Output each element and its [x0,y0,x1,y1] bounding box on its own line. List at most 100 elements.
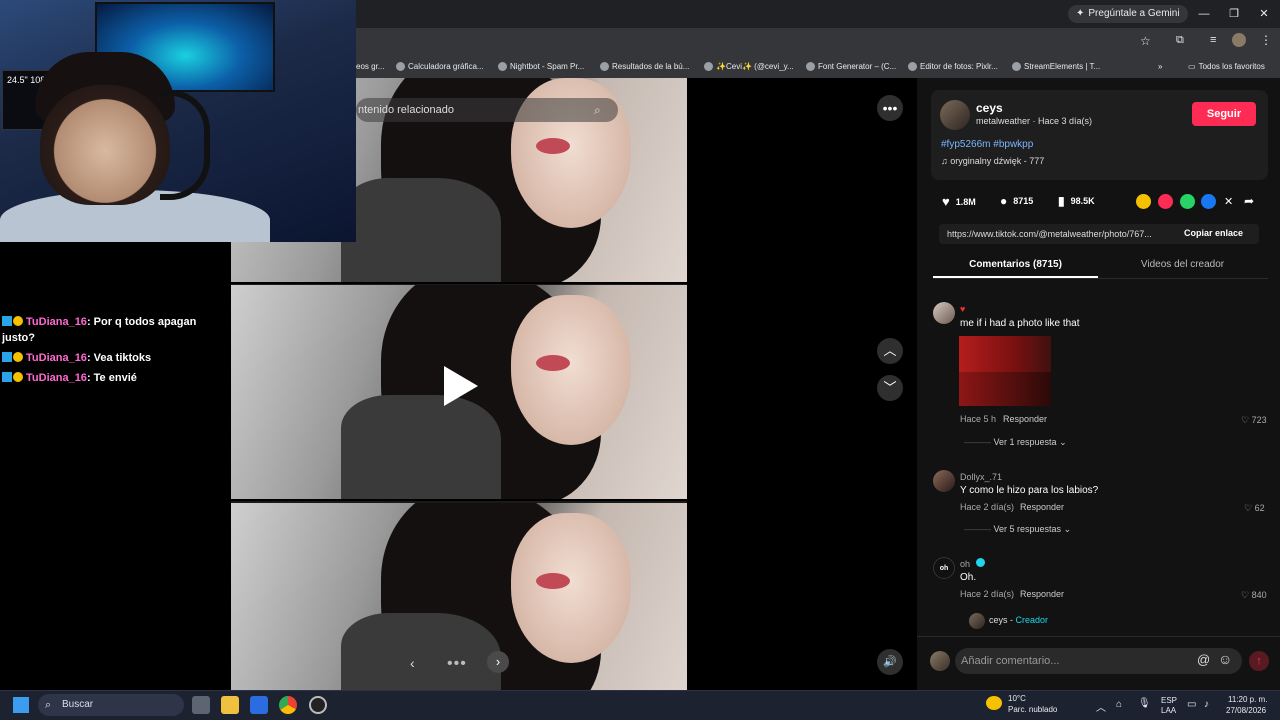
avatar[interactable] [933,302,955,324]
whatsapp-icon[interactable] [1180,194,1195,209]
weather-temp[interactable]: 10°C [1008,694,1026,703]
maximize-button[interactable]: ❐ [1226,6,1242,22]
bookmark-item[interactable]: Editor de fotos: Pixlr... [908,62,998,71]
chevron-right-icon[interactable]: › [487,651,509,673]
volume-icon[interactable]: 🔊 [877,649,903,675]
network-icon[interactable]: ⌂ [1116,699,1122,710]
bookmark-item[interactable]: ✨Cevi✨ (@cevi_y... [704,62,794,71]
tab-comments[interactable]: Comentarios (8715) [933,259,1098,270]
profile-avatar[interactable] [1232,33,1246,47]
bookmark-item[interactable]: eos gr... [356,62,384,71]
avatar[interactable] [940,100,970,130]
reply-button[interactable]: Responder [1020,589,1064,599]
mention-icon[interactable]: @ [1197,652,1210,667]
clock-date[interactable]: 27/08/2026 [1226,706,1266,715]
follow-button[interactable]: Seguir [1192,102,1256,126]
divider [933,278,1268,279]
extensions-icon[interactable]: ⧉ [1176,34,1184,47]
chevron-right-icon[interactable]: » [1158,62,1162,71]
chrome-icon[interactable] [279,696,297,714]
chevron-up-icon[interactable]: ︿ [877,338,903,364]
comment-text: me if i had a photo like that [960,318,1080,329]
obs-icon[interactable] [309,696,327,714]
address-bar[interactable]: ☆ ⧉ ≡ ⋮ [356,28,1280,56]
comment-like[interactable]: ♡ 840 [1241,590,1267,601]
language-region[interactable]: LAA [1161,706,1176,715]
bookmark-item[interactable]: StreamElements | T... [1012,62,1100,71]
weather-icon[interactable] [986,696,1002,710]
microphone-icon[interactable]: 🎙 [1138,698,1151,709]
weather-desc[interactable]: Parc. nublado [1008,705,1057,714]
comment-like[interactable]: ♡ 723 [1241,415,1267,426]
chat-message: TuDiana_16: Por q todos apagan justo? [2,316,197,344]
comment-time: Hace 2 día(s) [960,589,1015,599]
chat-message: TuDiana_16: Vea tiktoks [0,348,230,368]
reply-button[interactable]: Responder [1020,502,1064,512]
menu-icon[interactable]: ⋮ [1260,33,1272,47]
minimize-button[interactable]: — [1196,6,1212,22]
badge-icon [13,352,23,362]
chevron-down-icon: ⌄ [1061,524,1072,534]
chevron-left-icon[interactable]: ‹ [410,655,415,671]
related-search-input[interactable]: ntenido relacionado ⌕ [356,98,618,122]
share-icon[interactable]: ➦ [1244,194,1254,208]
bookmark-item[interactable]: Calculadora gráfica... [396,62,484,71]
like-button[interactable]: ♥ 1.8M [942,194,976,209]
coin-share-icon[interactable] [1136,194,1151,209]
close-window-button[interactable]: ✕ [1256,6,1272,22]
comment-author[interactable]: oh [960,559,970,569]
avatar[interactable] [969,613,985,629]
facebook-icon[interactable] [1201,194,1216,209]
comment-button[interactable]: ● 8715 [1000,194,1033,208]
verified-icon [976,558,985,567]
comment-image[interactable] [959,336,1051,406]
volume-icon[interactable]: ♪ [1204,699,1209,710]
save-button[interactable]: ▮ 98.5K [1058,194,1095,208]
tiktok-icon [704,62,713,71]
author-meta: metalweather · Hace 3 día(s) [976,116,1093,126]
tab-creator-videos[interactable]: Videos del creador [1100,259,1265,270]
reply-author[interactable]: ceys - Creador [989,615,1048,625]
reply-button[interactable]: Responder [1003,414,1047,424]
clock-time[interactable]: 11:20 p. m. [1228,695,1267,704]
copy-link-button[interactable]: Copiar enlace [1184,228,1243,238]
heart-emoji-icon: ♥ [960,304,966,314]
chevron-down-icon[interactable]: ﹀ [877,375,903,401]
bookmark-item[interactable]: Nightbot - Spam Pr... [498,62,584,71]
send-comment-button[interactable]: ↑ [1249,651,1269,671]
task-view-icon[interactable] [192,696,210,714]
more-options-icon[interactable]: ••• [877,95,903,121]
play-icon[interactable] [444,366,478,406]
view-replies-button[interactable]: ——— Ver 1 respuesta ⌄ [964,437,1067,448]
language-indicator[interactable]: ESP [1161,696,1177,705]
comment-like[interactable]: ♡ 62 [1244,503,1265,514]
search-icon[interactable]: ⌕ [594,98,601,122]
display-icon[interactable]: ▭ [1187,699,1196,710]
bookmark-item[interactable]: Resultados de la bú... [600,62,689,71]
send-share-icon[interactable] [1158,194,1173,209]
reading-list-icon[interactable]: ≡ [1210,34,1216,46]
heart-outline-icon: ♡ [1241,590,1252,600]
all-favorites[interactable]: ▭ Todos los favoritos [1188,62,1265,71]
x-icon[interactable]: ✕ [1224,195,1233,208]
bookmark-item[interactable]: Font Generator – (C... [806,62,896,71]
windows-start-icon[interactable] [13,697,29,713]
view-replies-button[interactable]: ——— Ver 5 respuestas ⌄ [964,524,1071,535]
avatar[interactable] [933,470,955,492]
avatar[interactable]: oh [933,557,955,579]
star-icon[interactable]: ☆ [1140,34,1151,48]
taskbar-search[interactable]: ⌕ Buscar [38,694,184,716]
sound-link[interactable]: ♫ oryginalny dźwięk - 777 [941,156,1044,166]
app-icon[interactable] [250,696,268,714]
chevron-up-icon[interactable]: ︿ [1096,699,1106,714]
gemini-button[interactable]: ✦ Pregúntale a Gemini [1068,5,1188,23]
comment-author[interactable]: Dollyx_.71 [960,472,1002,482]
emoji-icon[interactable]: ☺ [1218,651,1232,667]
hashtags[interactable]: #fyp5266m #bpwkpp [941,139,1033,150]
file-explorer-icon[interactable] [221,696,239,714]
gemini-icon: ✦ [1076,8,1085,19]
search-icon: ⌕ [45,699,52,711]
streamelements-icon [1012,62,1021,71]
badge-icon [2,352,12,362]
author-username[interactable]: ceys [976,101,1003,115]
